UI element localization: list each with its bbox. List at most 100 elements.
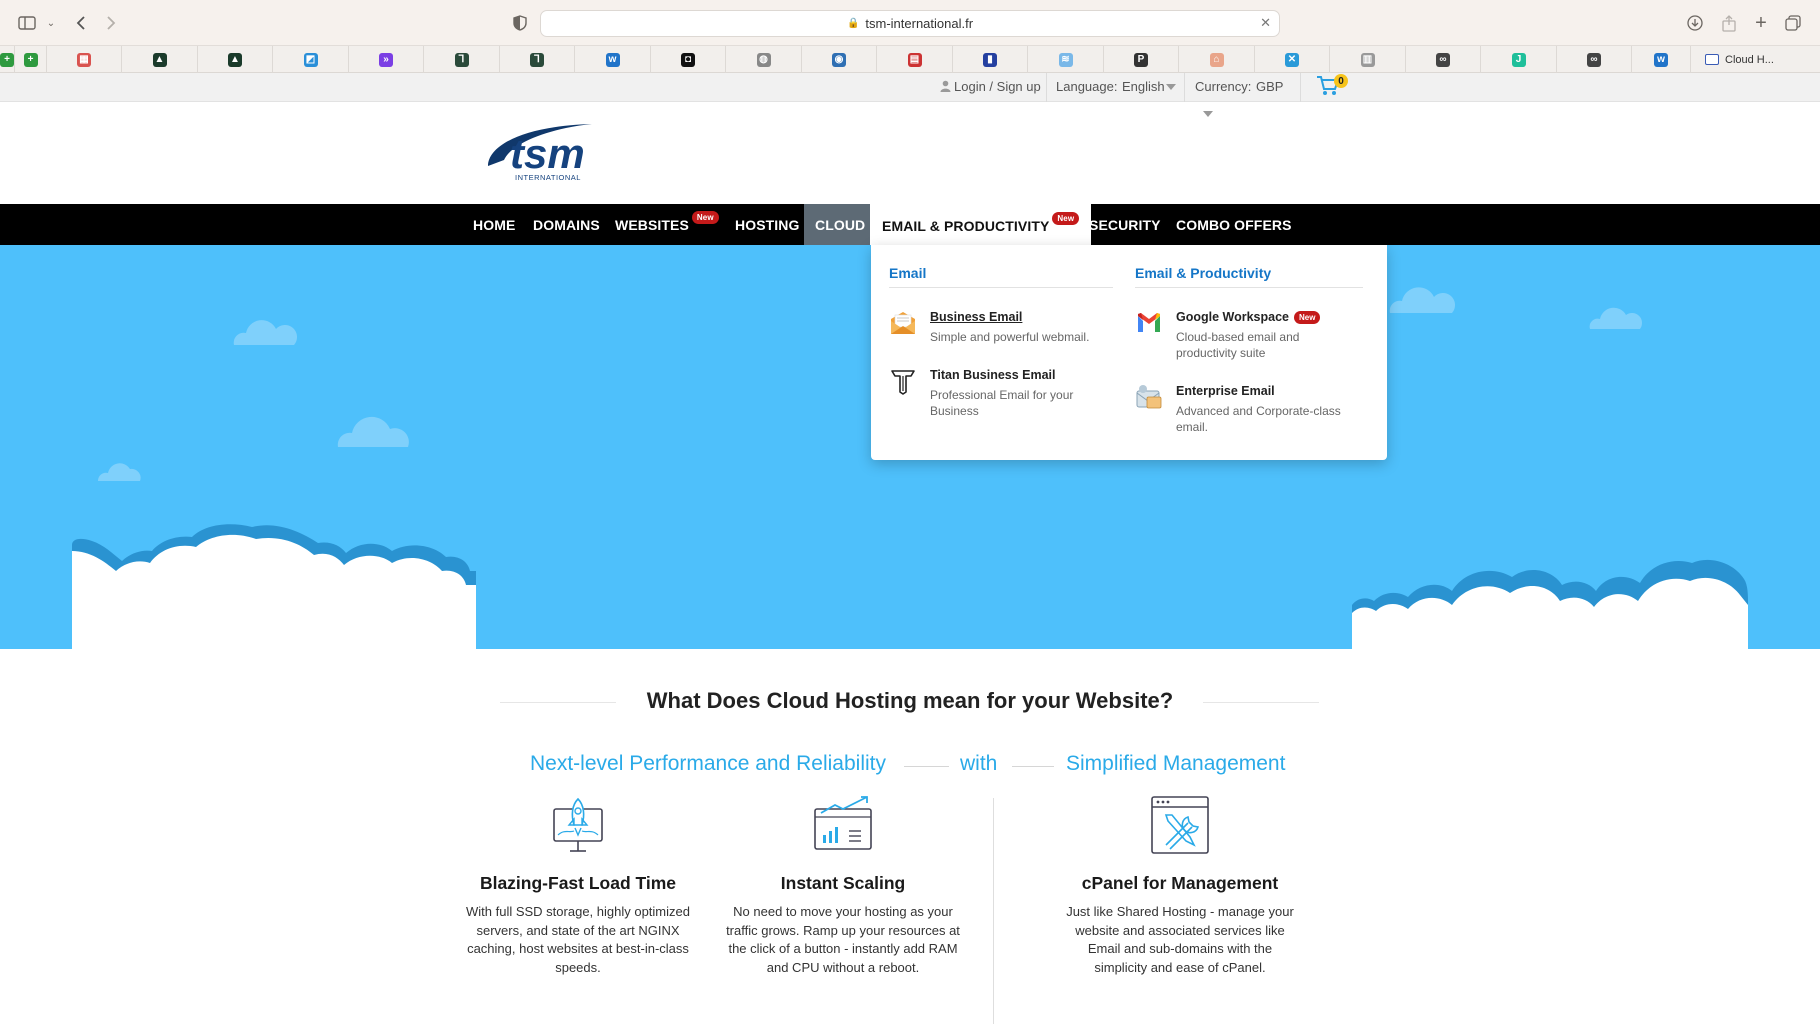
bookmark-item[interactable]: ◉ xyxy=(802,46,877,73)
language-dropdown-icon[interactable] xyxy=(1166,84,1176,90)
menu-item-title: Titan Business Email xyxy=(930,368,1056,382)
tab-cloud-hosting[interactable]: Cloud H... xyxy=(1691,46,1820,73)
dark-triangle-icon: ▲ xyxy=(152,52,167,67)
flag-icon: ▤ xyxy=(907,52,922,67)
rocket-icon xyxy=(553,797,603,852)
browser-toolbar: ⌄ 🔒 tsm-international.fr ✕ + xyxy=(0,0,1820,46)
bookmark-item[interactable]: + xyxy=(15,46,47,73)
bookmark-item[interactable]: w xyxy=(575,46,651,73)
menu-item-description: Simple and powerful webmail. xyxy=(930,330,1090,344)
divider xyxy=(1300,73,1301,102)
bookmark-item[interactable]: ∞ xyxy=(1406,46,1481,73)
feature-description: Just like Shared Hosting - manage your w… xyxy=(1066,904,1294,975)
sidebar-toggle-icon[interactable] xyxy=(16,12,38,34)
forward-icon[interactable] xyxy=(100,12,122,34)
currency-label: Currency: xyxy=(1195,79,1252,94)
gray-globe-icon: ◍ xyxy=(756,52,771,67)
user-icon xyxy=(940,79,951,94)
nav-email-productivity[interactable]: EMAIL & PRODUCTIVITY New xyxy=(870,204,1092,247)
currency-value: GBP xyxy=(1256,79,1284,94)
new-badge: New xyxy=(1052,212,1080,225)
chevron-down-icon[interactable]: ⌄ xyxy=(40,12,62,34)
svg-text:tsm: tsm xyxy=(510,130,585,177)
menu-item-description: Professional Email for your Business xyxy=(930,388,1074,418)
bookmark-item[interactable]: ▮ xyxy=(953,46,1028,73)
bookmark-item[interactable]: Ꞁ xyxy=(500,46,575,73)
bookmark-item[interactable]: ≋ xyxy=(1028,46,1104,73)
language-label: Language: xyxy=(1056,79,1118,94)
login-link[interactable]: Login / Sign up xyxy=(954,79,1041,94)
glasses-icon: ∞ xyxy=(1436,52,1450,67)
bookmark-item[interactable]: ▦ xyxy=(47,46,122,73)
bookmark-item[interactable]: ⌂ xyxy=(1179,46,1255,73)
dropdown-column-title: Email xyxy=(889,265,927,281)
feature-title: cPanel for Management xyxy=(1081,873,1279,893)
subheading-divider xyxy=(904,766,949,767)
peach-house-icon: ⌂ xyxy=(1209,52,1224,67)
menu-item-business-email[interactable]: Business Email Simple and powerful webma… xyxy=(889,309,1119,349)
nav-security[interactable]: SECURITY xyxy=(1089,204,1161,245)
menu-item-titan-email[interactable]: Titan Business Email Professional Email … xyxy=(889,367,1119,423)
bookmark-item[interactable]: ◩ xyxy=(273,46,349,73)
section-heading: What Does Cloud Hosting mean for your We… xyxy=(646,688,1174,713)
window-icon xyxy=(1705,54,1719,65)
bookmark-item[interactable]: ◘ xyxy=(651,46,726,73)
nav-cloud[interactable]: CLOUD xyxy=(804,204,877,245)
titan-logo-icon xyxy=(891,370,915,395)
bookmark-item[interactable]: ∞ xyxy=(1557,46,1632,73)
feature-title: Blazing-Fast Load Time xyxy=(479,873,677,893)
new-tab-icon[interactable]: + xyxy=(1750,12,1772,34)
tsm-logo[interactable]: tsm INTERNATIONAL xyxy=(482,116,597,184)
nav-home[interactable]: HOME xyxy=(473,204,515,245)
nav-hosting[interactable]: HOSTING xyxy=(735,204,799,245)
address-bar[interactable]: 🔒 tsm-international.fr ✕ xyxy=(540,10,1280,37)
light-blue-wave-icon: ≋ xyxy=(1058,52,1073,67)
subheading-mid: with xyxy=(960,752,998,775)
cart-button[interactable]: 0 xyxy=(1316,74,1348,99)
nav-domains[interactable]: DOMAINS xyxy=(533,204,600,245)
language-select[interactable]: English xyxy=(1122,79,1165,94)
blue-w-icon: w xyxy=(1654,52,1668,67)
bookmark-item[interactable]: J xyxy=(1481,46,1557,73)
menu-item-description: Cloud-based email and productivity suite xyxy=(1176,330,1300,360)
bookmark-item[interactable]: ◍ xyxy=(726,46,802,73)
email-productivity-dropdown: Email Email & Productivity Business Emai… xyxy=(871,245,1387,460)
feature-instant-scaling: Instant Scaling No need to move your hos… xyxy=(725,795,961,977)
bookmark-item[interactable]: Ꞁ xyxy=(424,46,500,73)
clear-url-icon[interactable]: ✕ xyxy=(1260,15,1271,31)
bookmark-item[interactable]: ▥ xyxy=(1330,46,1406,73)
bookmark-item[interactable]: ▤ xyxy=(877,46,953,73)
french-flag-icon: ▮ xyxy=(983,52,997,67)
blue-w-icon: w xyxy=(605,52,620,67)
bookmark-item[interactable]: P xyxy=(1104,46,1179,73)
privacy-shield-icon[interactable] xyxy=(509,12,531,34)
currency-select[interactable]: GBP xyxy=(1256,79,1283,94)
bookmark-item[interactable]: ▲ xyxy=(198,46,273,73)
site-utility-bar: Login / Sign up Language: English Curren… xyxy=(0,73,1820,102)
back-icon[interactable] xyxy=(70,12,92,34)
envelope-icon xyxy=(891,312,915,334)
bookmark-item[interactable]: + xyxy=(0,46,15,73)
menu-item-title: Enterprise Email xyxy=(1176,384,1275,398)
chevron-down-icon xyxy=(1203,111,1213,117)
menu-item-description: Advanced and Corporate-class email. xyxy=(1176,404,1341,434)
divider xyxy=(1184,73,1185,102)
bookmark-item[interactable]: ✕ xyxy=(1255,46,1330,73)
bookmarks-bar: + + ▦ ▲ ▲ ◩ » Ꞁ Ꞁw ◘ ◍ ◉ ▤ ▮ ≋ P ⌂ ✕ ▥ ∞ J ∞ w Cloud H... xyxy=(0,46,1820,73)
menu-item-google-workspace[interactable]: Google Workspace New Cloud-based email an… xyxy=(1135,309,1365,365)
bookmark-item[interactable]: » xyxy=(349,46,424,73)
purple-arrows-icon: » xyxy=(379,52,393,67)
bookmark-item[interactable]: ▲ xyxy=(122,46,198,73)
bookmark-item[interactable]: w xyxy=(1632,46,1691,73)
blue-globe-icon: ◉ xyxy=(832,52,846,67)
share-icon[interactable] xyxy=(1718,12,1740,34)
menu-item-enterprise-email[interactable]: Enterprise Email Advanced and Corporate-… xyxy=(1135,383,1365,439)
green-plus-icon: + xyxy=(0,52,14,67)
nav-websites[interactable]: WEBSITES New xyxy=(615,204,719,245)
enterprise-mail-icon xyxy=(1136,385,1162,409)
glasses-icon: ∞ xyxy=(1587,52,1601,67)
nav-combo-offers[interactable]: COMBO OFFERS xyxy=(1176,204,1292,245)
stylized-t-icon: Ꞁ xyxy=(530,52,544,67)
tab-overview-icon[interactable] xyxy=(1782,12,1804,34)
downloads-icon[interactable] xyxy=(1684,12,1706,34)
